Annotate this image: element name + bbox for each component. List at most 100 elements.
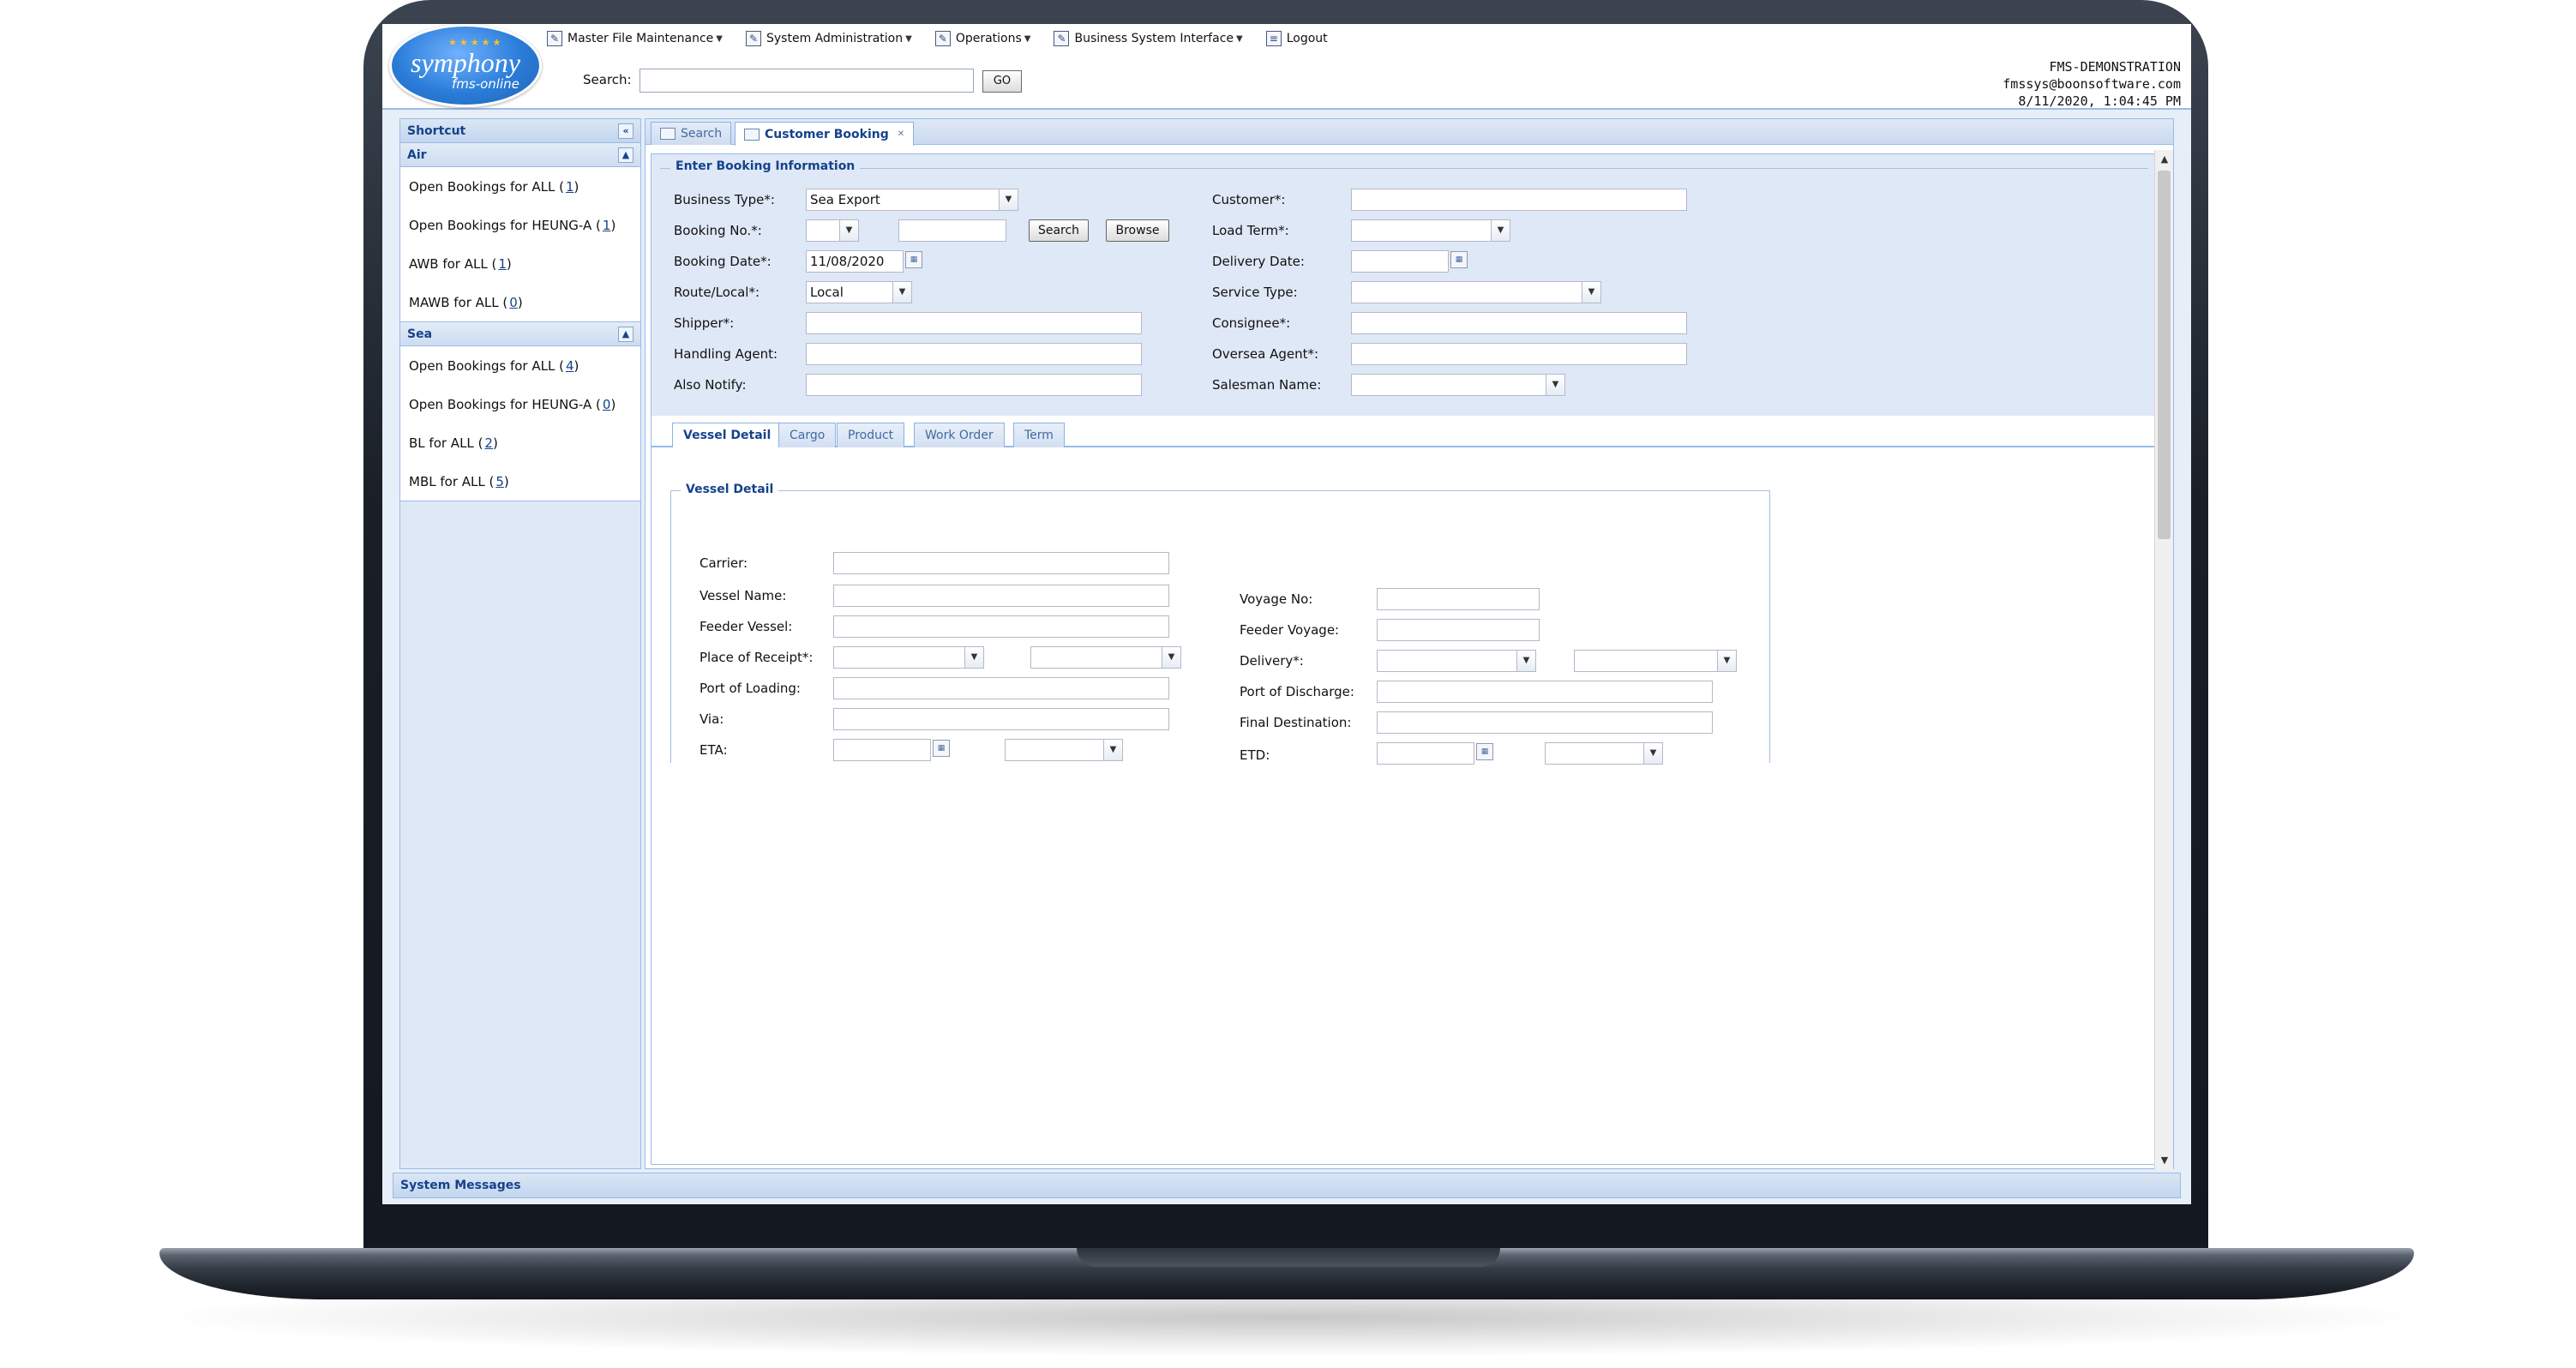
shortcut-count[interactable]: 1 [566, 179, 574, 195]
shortcut-air-open-bookings-heung-a[interactable]: Open Bookings for HEUNG-A (1) [400, 206, 640, 244]
chevron-down-icon[interactable]: ▼ [1717, 651, 1736, 671]
shipper-input[interactable] [806, 312, 1142, 334]
feeder-vessel-input[interactable] [833, 615, 1169, 638]
chevron-down-icon[interactable]: ▼ [1103, 740, 1122, 760]
port-of-discharge-input[interactable] [1377, 681, 1713, 703]
shortcut-air-mawb-all[interactable]: MAWB for ALL (0) [400, 283, 640, 321]
tab-label: Customer Booking [765, 127, 889, 141]
via-input[interactable] [833, 708, 1169, 730]
carrier-label: Carrier: [700, 555, 748, 571]
chevron-down-icon[interactable]: ▼ [892, 282, 911, 303]
eta-time-select[interactable]: ▼ [1005, 739, 1123, 761]
calendar-icon[interactable]: ▦ [1450, 251, 1468, 268]
shortcut-count[interactable]: 0 [509, 295, 518, 310]
menu-operations[interactable]: ✎ Operations ▼ [923, 26, 1042, 51]
vessel-name-input[interactable] [833, 585, 1169, 607]
shortcut-air-awb-all[interactable]: AWB for ALL (1) [400, 244, 640, 283]
go-button[interactable]: GO [982, 70, 1022, 93]
calendar-icon[interactable]: ▦ [1476, 743, 1493, 760]
voyage-no-input[interactable] [1377, 588, 1540, 610]
booking-no-input[interactable] [898, 219, 1006, 242]
shortcut-sea-mbl-all[interactable]: MBL for ALL (5) [400, 462, 640, 501]
booking-search-button[interactable]: Search [1029, 219, 1089, 242]
close-icon[interactable]: ✕ [898, 129, 904, 139]
shortcut-count[interactable]: 4 [566, 358, 574, 374]
chevron-down-icon[interactable]: ▼ [1546, 375, 1564, 395]
shortcut-sea-open-bookings-heung-a[interactable]: Open Bookings for HEUNG-A (0) [400, 385, 640, 423]
shortcut-count[interactable]: 2 [484, 435, 493, 451]
tab-term[interactable]: Term [1013, 423, 1065, 447]
air-group-header[interactable]: Air ▲ [400, 143, 640, 167]
chevron-down-icon[interactable]: ▼ [1516, 651, 1535, 671]
scroll-up-icon[interactable]: ▲ [2155, 150, 2174, 169]
handling-agent-input[interactable] [806, 343, 1142, 365]
business-type-label: Business Type*: [674, 192, 775, 207]
salesman-name-select[interactable]: ▼ [1351, 374, 1565, 396]
menu-master-file-maintenance[interactable]: ✎ Master File Maintenance ▼ [535, 26, 734, 51]
chevron-down-icon[interactable]: ▼ [999, 189, 1018, 210]
delivery-select-2[interactable]: ▼ [1574, 650, 1737, 672]
place-of-receipt-select[interactable]: ▼ [833, 646, 984, 669]
scroll-thumb[interactable] [2158, 171, 2171, 539]
shortcut-count[interactable]: 5 [495, 474, 504, 489]
menu-business-system-interface[interactable]: ✎ Business System Interface ▼ [1042, 26, 1253, 51]
shortcut-count[interactable]: 1 [603, 218, 611, 233]
also-notify-input[interactable] [806, 374, 1142, 396]
system-messages-bar[interactable]: System Messages [393, 1173, 2181, 1198]
shortcut-sea-bl-all[interactable]: BL for ALL (2) [400, 423, 640, 462]
eta-date-input[interactable] [833, 739, 931, 761]
booking-date-input[interactable]: 11/08/2020 [806, 250, 904, 273]
business-type-select[interactable]: Sea Export ▼ [806, 189, 1018, 211]
menu-system-administration[interactable]: ✎ System Administration ▼ [734, 26, 923, 51]
service-type-select[interactable]: ▼ [1351, 281, 1601, 303]
final-destination-input[interactable] [1377, 711, 1713, 734]
chevron-down-icon[interactable]: ▼ [1491, 220, 1510, 241]
user-email: fmssys@boonsoftware.com [2003, 76, 2181, 92]
customer-input[interactable] [1351, 189, 1687, 211]
delivery-date-input[interactable] [1351, 250, 1449, 273]
tab-label: Search [681, 127, 723, 141]
tab-work-order[interactable]: Work Order [914, 423, 1005, 447]
port-of-loading-input[interactable] [833, 677, 1169, 699]
tab-product[interactable]: Product [837, 423, 905, 447]
shortcut-count[interactable]: 0 [603, 397, 611, 412]
collapse-left-icon[interactable]: « [618, 123, 633, 139]
calendar-icon[interactable]: ▦ [905, 251, 922, 268]
calendar-icon[interactable]: ▦ [933, 740, 950, 757]
tab-cargo[interactable]: Cargo [778, 423, 837, 447]
shortcut-sea-open-bookings-all[interactable]: Open Bookings for ALL (4) [400, 346, 640, 385]
etd-date-input[interactable] [1377, 742, 1474, 765]
route-local-select[interactable]: Local ▼ [806, 281, 912, 303]
tab-search[interactable]: Search [651, 122, 732, 145]
chevron-down-icon[interactable]: ▼ [1582, 282, 1600, 303]
chevron-down-icon[interactable]: ▼ [839, 220, 858, 241]
oversea-agent-input[interactable] [1351, 343, 1687, 365]
symphony-logo[interactable]: ★★★★★ symphony fms-online [389, 24, 542, 107]
feeder-voyage-input[interactable] [1377, 619, 1540, 641]
scroll-down-icon[interactable]: ▼ [2155, 1151, 2174, 1170]
chevron-down-icon[interactable]: ▼ [1162, 647, 1180, 668]
sea-group-header[interactable]: Sea ▲ [400, 322, 640, 346]
chevron-down-icon[interactable]: ▼ [964, 647, 983, 668]
carrier-input[interactable] [833, 552, 1169, 574]
tab-page-icon [744, 128, 760, 141]
place-of-receipt-select-2[interactable]: ▼ [1030, 646, 1181, 669]
chevron-down-icon[interactable]: ▼ [1643, 743, 1662, 764]
tab-customer-booking[interactable]: Customer Booking ✕ [735, 122, 915, 146]
etd-time-select[interactable]: ▼ [1545, 742, 1663, 765]
content-scrollbar[interactable]: ▲ ▼ [2154, 150, 2173, 1170]
menu-logout[interactable]: ≡ Logout [1254, 26, 1339, 51]
consignee-input[interactable] [1351, 312, 1687, 334]
booking-browse-button[interactable]: Browse [1106, 219, 1169, 242]
collapse-up-icon[interactable]: ▲ [618, 326, 633, 342]
booking-no-prefix-select[interactable]: ▼ [806, 219, 859, 242]
collapse-up-icon[interactable]: ▲ [618, 147, 633, 163]
delivery-select[interactable]: ▼ [1377, 650, 1536, 672]
handling-agent-label: Handling Agent: [674, 346, 778, 362]
route-local-label: Route/Local*: [674, 285, 760, 300]
shortcut-count[interactable]: 1 [498, 256, 507, 272]
load-term-select[interactable]: ▼ [1351, 219, 1510, 242]
tab-vessel-detail[interactable]: Vessel Detail [672, 423, 783, 447]
shortcut-air-open-bookings-all[interactable]: Open Bookings for ALL (1) [400, 167, 640, 206]
search-input[interactable] [639, 69, 974, 93]
